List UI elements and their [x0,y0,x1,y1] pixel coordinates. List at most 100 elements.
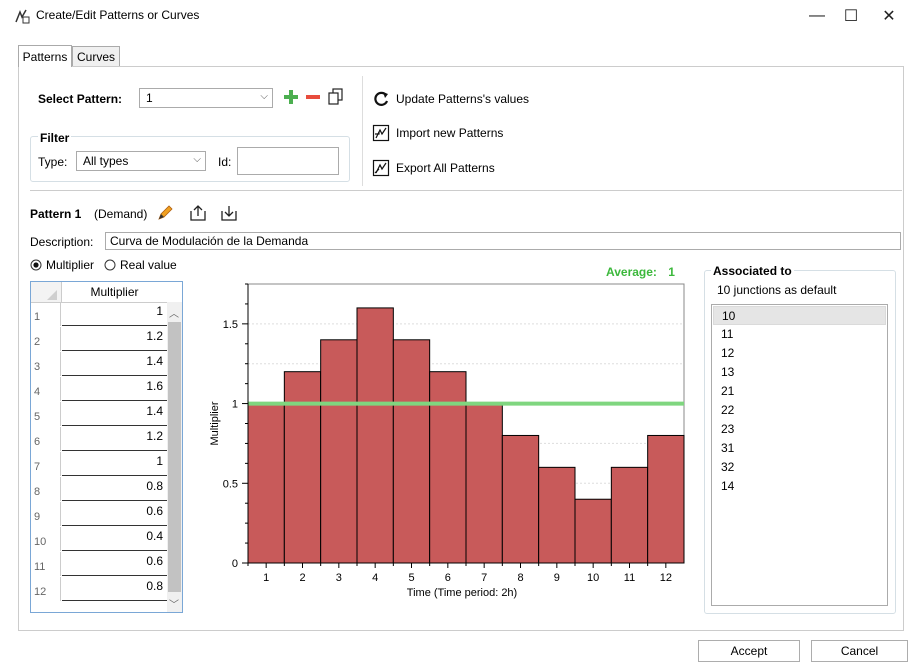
associated-list-item[interactable]: 31 [713,439,886,458]
table-row[interactable]: 71 [31,452,182,476]
associated-list-item[interactable]: 10 [713,306,886,325]
associated-list-item[interactable]: 12 [713,344,886,363]
multiplier-table: Multiplier 1 1 2 1.2 3 1.4 4 1.6 5 1.4 6 1.2 7 1 8 0.8 9… [30,281,183,613]
row-number[interactable]: 6 [31,427,61,451]
x-tick-label: 9 [554,572,560,584]
table-row[interactable]: 2 1.2 [31,327,182,351]
pattern-bar-chart: 00.511.51 2 3 4 5 6 7 8 9 10 11 12Time (Time period… [209,283,685,599]
x-axis-label: Time (Time period: 2h) [407,587,517,599]
table-corner [31,282,62,303]
x-tick-label: 1 [263,572,269,584]
download-pattern-icon[interactable] [219,203,239,223]
row-number[interactable]: 12 [31,577,61,601]
pattern-select[interactable]: 1 ⌵ [139,88,273,108]
table-scrollbar[interactable]: ︿ ﹀ [167,302,182,612]
row-number[interactable]: 7 [31,452,61,476]
associated-list-item[interactable]: 32 [713,458,886,477]
associated-list-item[interactable]: 21 [713,382,886,401]
add-pattern-icon[interactable] [282,88,300,106]
row-number[interactable]: 1 [31,302,61,326]
table-row[interactable]: 3 1.4 [31,352,182,376]
update-patterns-label: Update Patterns's values [396,92,530,106]
row-number[interactable]: 3 [31,352,61,376]
scroll-up-icon[interactable]: ︿ [169,305,179,320]
y-tick-label: 0.5 [223,478,238,490]
multiplier-cell[interactable]: 1.6 [62,377,167,401]
row-number[interactable]: 5 [31,402,61,426]
type-select-value: All types [83,154,129,168]
upload-pattern-icon[interactable] [188,203,208,223]
row-number[interactable]: 10 [31,527,61,551]
associated-list-item[interactable]: 22 [713,401,886,420]
filter-group-label: Filter [38,131,72,145]
import-patterns-button[interactable]: Import new Patterns [372,124,503,142]
table-row[interactable]: 10 0.4 [31,527,182,551]
associated-label: Associated to [711,264,794,278]
x-tick-label: 5 [408,572,414,584]
bar-1 [247,403,285,564]
multiplier-cell[interactable]: 1 [62,452,167,476]
real-value-radio[interactable]: Real value [104,258,177,272]
multiplier-radio[interactable]: Multiplier [30,258,94,272]
x-tick-label: 10 [587,572,599,584]
y-tick-label: 0 [232,558,238,570]
table-header-multiplier[interactable]: Multiplier [62,282,167,303]
table-row[interactable]: 9 0.6 [31,502,182,526]
edit-pencil-icon[interactable] [156,204,174,222]
update-patterns-button[interactable]: Update Patterns's values [372,90,529,108]
bar-4 [356,307,394,564]
multiplier-cell[interactable]: 1.4 [62,352,167,376]
row-number[interactable]: 11 [31,552,61,576]
multiplier-cell[interactable]: 1.2 [62,327,167,351]
bar-9 [538,466,576,564]
multiplier-cell[interactable]: 0.6 [62,552,167,576]
row-number[interactable]: 4 [31,377,61,401]
tab-curves[interactable]: Curves [72,46,120,66]
associated-list-item[interactable]: 11 [713,325,886,344]
table-row[interactable]: 12 0.8 [31,577,182,601]
multiplier-cell[interactable]: 0.8 [62,577,167,601]
copy-pattern-icon[interactable] [328,88,344,106]
multiplier-cell[interactable]: 1.4 [62,402,167,426]
refresh-icon [374,91,389,106]
multiplier-cell[interactable]: 0.8 [62,477,167,501]
description-input[interactable]: Curva de Modulación de la Demanda [105,232,901,250]
associated-list-item[interactable]: 13 [713,363,886,382]
horizontal-divider [30,190,902,191]
cancel-button[interactable]: Cancel [811,640,908,662]
x-tick-label: 6 [445,572,451,584]
table-row[interactable]: 8 0.8 [31,477,182,501]
row-number[interactable]: 9 [31,502,61,526]
table-row[interactable]: 11 0.6 [31,552,182,576]
select-all-triangle-icon[interactable] [47,290,57,300]
multiplier-cell[interactable]: 1 [62,302,167,326]
table-row[interactable]: 6 1.2 [31,427,182,451]
accept-button[interactable]: Accept [698,640,800,662]
export-patterns-button[interactable]: Export All Patterns [372,159,495,177]
associated-list-item[interactable]: 14 [713,477,886,496]
associated-default-text: 10 junctions as default [717,283,837,297]
table-row[interactable]: 5 1.4 [31,402,182,426]
tab-patterns[interactable]: Patterns [18,45,72,67]
associated-list-item[interactable]: 23 [713,420,886,439]
associated-list[interactable]: 10 11 12 13 21 22 23 31 32 14 [711,304,888,606]
close-button[interactable]: ✕ [866,0,908,32]
bar-11 [610,466,649,564]
description-label: Description: [30,235,94,249]
bar-3 [320,339,358,564]
row-number[interactable]: 2 [31,327,61,351]
type-select[interactable]: All types ⌵ [76,151,206,171]
scroll-thumb[interactable] [168,322,181,592]
table-row[interactable]: 4 1.6 [31,377,182,401]
multiplier-cell[interactable]: 1.2 [62,427,167,451]
row-number[interactable]: 8 [31,477,61,501]
multiplier-cell[interactable]: 0.6 [62,502,167,526]
table-row[interactable]: 11 [31,302,182,326]
scroll-down-icon[interactable]: ﹀ [169,596,179,611]
multiplier-radio-label: Multiplier [46,258,95,272]
id-input[interactable] [237,147,339,175]
pattern-name: Pattern 1 [30,207,82,221]
export-icon [372,159,390,177]
remove-pattern-icon[interactable] [304,88,322,106]
multiplier-cell[interactable]: 0.4 [62,527,167,551]
